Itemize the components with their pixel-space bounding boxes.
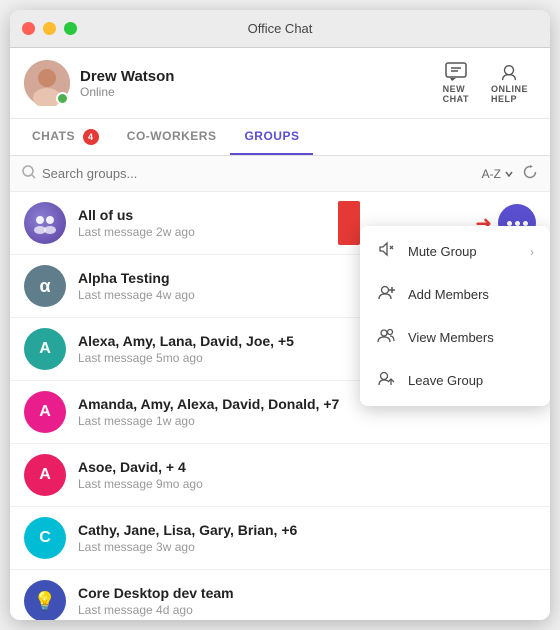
group-avatar: A: [24, 454, 66, 496]
view-members-label: View Members: [408, 330, 534, 345]
group-last-message: Last message 3w ago: [78, 540, 536, 554]
group-avatar: 💡: [24, 580, 66, 620]
group-last-message: Last message 4d ago: [78, 603, 536, 617]
search-icon: [22, 165, 36, 182]
tab-groups[interactable]: GROUPS: [230, 119, 313, 155]
view-members-icon: [376, 326, 396, 349]
header-left: Drew Watson Online: [24, 60, 174, 106]
group-name: All of us: [78, 207, 358, 223]
group-name: Cathy, Jane, Lisa, Gary, Brian, +6: [78, 522, 358, 538]
red-accent: [338, 201, 360, 245]
dots-icon: [507, 221, 528, 226]
search-input[interactable]: [42, 166, 482, 181]
group-avatar: A: [24, 328, 66, 370]
group-name: Asoe, David, + 4: [78, 459, 358, 475]
user-name: Drew Watson: [80, 68, 174, 85]
mute-label: Mute Group: [408, 244, 518, 259]
add-members-label: Add Members: [408, 287, 534, 302]
group-info: Asoe, David, + 4 Last message 9mo ago: [78, 459, 536, 491]
tab-coworkers[interactable]: CO-WORKERS: [113, 119, 231, 155]
sort-chevron-icon: [504, 169, 514, 179]
chats-badge: 4: [83, 129, 99, 145]
group-name: Alpha Testing: [78, 270, 358, 286]
online-help-button[interactable]: ONLINEHELP: [483, 58, 536, 108]
group-name: Core Desktop dev team: [78, 585, 358, 601]
header: Drew Watson Online NEWCHAT: [10, 48, 550, 119]
tab-bar: CHATS 4 CO-WORKERS GROUPS: [10, 119, 550, 156]
group-last-message: Last message 9mo ago: [78, 477, 536, 491]
group-icon: [32, 210, 58, 236]
group-last-message: Last message 1w ago: [78, 414, 536, 428]
new-chat-label: NEWCHAT: [443, 84, 469, 104]
new-chat-button[interactable]: NEWCHAT: [435, 58, 477, 108]
group-avatar: C: [24, 517, 66, 559]
group-item[interactable]: All of us Last message 2w ago ➜: [10, 192, 550, 255]
add-members-icon: [376, 283, 396, 306]
leave-group-icon: [376, 369, 396, 392]
maximize-button[interactable]: [64, 22, 77, 35]
online-help-icon: [497, 62, 521, 82]
user-info: Drew Watson Online: [80, 68, 174, 99]
title-bar: Office Chat: [10, 10, 550, 48]
tab-chats[interactable]: CHATS 4: [18, 119, 113, 155]
group-item[interactable]: C Cathy, Jane, Lisa, Gary, Brian, +6 Las…: [10, 507, 550, 570]
online-help-label: ONLINEHELP: [491, 84, 528, 104]
context-menu: Mute Group › Add Members: [360, 226, 550, 406]
group-avatar: A: [24, 391, 66, 433]
status-indicator: [56, 92, 69, 105]
view-members-item[interactable]: View Members: [360, 316, 550, 359]
group-item[interactable]: A Asoe, David, + 4 Last message 9mo ago: [10, 444, 550, 507]
group-list: All of us Last message 2w ago ➜: [10, 192, 550, 620]
mute-group-item[interactable]: Mute Group ›: [360, 230, 550, 273]
window-title: Office Chat: [248, 21, 313, 36]
avatar-wrap: [24, 60, 70, 106]
minimize-button[interactable]: [43, 22, 56, 35]
leave-group-label: Leave Group: [408, 373, 534, 388]
group-item[interactable]: 💡 Core Desktop dev team Last message 4d …: [10, 570, 550, 620]
close-button[interactable]: [22, 22, 35, 35]
group-name: Alexa, Amy, Lana, David, Joe, +5: [78, 333, 358, 349]
group-avatar: α: [24, 265, 66, 307]
group-name: Amanda, Amy, Alexa, David, Donald, +7: [78, 396, 358, 412]
refresh-button[interactable]: [522, 164, 538, 183]
group-avatar: [24, 202, 66, 244]
refresh-icon: [522, 164, 538, 180]
group-info: Cathy, Jane, Lisa, Gary, Brian, +6 Last …: [78, 522, 536, 554]
mute-chevron-icon: ›: [530, 245, 534, 259]
mute-icon: [376, 240, 396, 263]
window-controls: [22, 22, 77, 35]
user-status: Online: [80, 85, 174, 99]
new-chat-icon: [444, 62, 468, 82]
search-bar: A-Z: [10, 156, 550, 192]
header-actions: NEWCHAT ONLINEHELP: [435, 58, 536, 108]
add-members-item[interactable]: Add Members: [360, 273, 550, 316]
app-window: Office Chat Drew Watson Online: [10, 10, 550, 620]
group-info: Core Desktop dev team Last message 4d ag…: [78, 585, 536, 617]
sort-button[interactable]: A-Z: [482, 167, 514, 181]
leave-group-item[interactable]: Leave Group: [360, 359, 550, 402]
